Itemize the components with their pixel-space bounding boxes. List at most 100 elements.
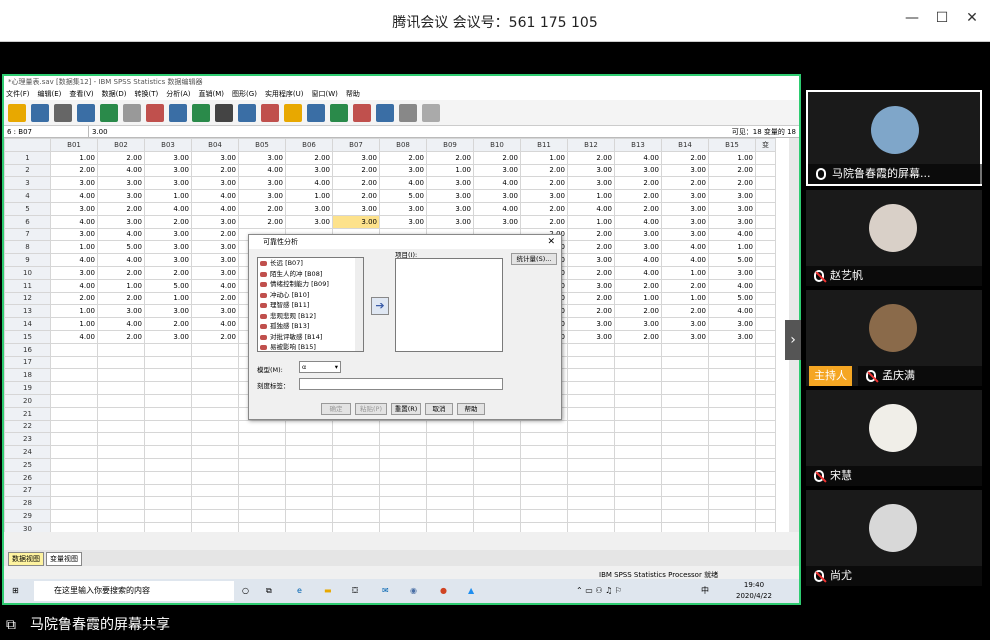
column-header[interactable]: B12 xyxy=(567,138,615,152)
row-header[interactable]: 26 xyxy=(4,470,51,485)
row-header[interactable]: 19 xyxy=(4,381,51,395)
data-cell[interactable] xyxy=(97,393,145,408)
data-cell[interactable] xyxy=(332,496,380,511)
data-cell[interactable] xyxy=(661,342,709,357)
row-header[interactable]: 25 xyxy=(4,457,51,472)
data-cell[interactable]: 2.00 xyxy=(379,150,427,165)
data-cell[interactable] xyxy=(144,496,192,511)
toolbar-tool-icon[interactable] xyxy=(330,103,348,122)
data-cell[interactable]: 2.00 xyxy=(97,329,145,344)
data-cell[interactable]: 3.00 xyxy=(426,176,474,191)
data-cell[interactable]: 1.00 xyxy=(144,291,192,306)
data-cell[interactable] xyxy=(144,445,192,459)
data-cell[interactable]: 2.00 xyxy=(614,304,662,319)
maximize-icon[interactable]: ☐ xyxy=(932,10,952,26)
data-cell[interactable]: 3.00 xyxy=(97,189,145,203)
data-cell[interactable] xyxy=(708,419,756,434)
powerpoint-icon[interactable]: ● xyxy=(440,579,447,603)
data-cell[interactable]: 3.00 xyxy=(97,304,145,319)
data-cell[interactable]: 2.00 xyxy=(332,189,380,203)
tab-data-view[interactable]: 数据视图 xyxy=(8,552,44,566)
data-cell[interactable] xyxy=(567,432,615,447)
data-cell[interactable]: 4.00 xyxy=(285,176,333,191)
data-cell[interactable] xyxy=(708,355,756,370)
data-cell[interactable] xyxy=(755,227,776,242)
data-cell[interactable]: 3.00 xyxy=(191,214,239,229)
row-header[interactable]: 12 xyxy=(4,291,51,306)
data-cell[interactable]: 1.00 xyxy=(50,240,98,255)
data-cell[interactable] xyxy=(755,368,776,383)
data-cell[interactable]: 3.00 xyxy=(661,163,709,178)
data-cell[interactable] xyxy=(567,419,615,434)
menu-item[interactable]: 分析(A) xyxy=(166,90,190,98)
data-cell[interactable] xyxy=(755,278,776,293)
column-header[interactable]: B14 xyxy=(661,138,709,152)
data-cell[interactable]: 3.00 xyxy=(661,317,709,331)
data-cell[interactable] xyxy=(379,496,427,511)
data-cell[interactable] xyxy=(520,470,568,485)
data-cell[interactable]: 2.00 xyxy=(520,176,568,191)
data-cell[interactable] xyxy=(238,483,286,498)
data-cell[interactable] xyxy=(191,432,239,447)
data-cell[interactable]: 2.00 xyxy=(191,163,239,178)
data-cell[interactable]: 3.00 xyxy=(191,150,239,165)
help-button[interactable]: 帮助 xyxy=(457,403,485,415)
row-header[interactable]: 20 xyxy=(4,393,51,408)
data-cell[interactable] xyxy=(473,509,521,523)
data-cell[interactable]: 3.00 xyxy=(473,163,521,178)
data-cell[interactable] xyxy=(191,419,239,434)
column-header[interactable]: B07 xyxy=(332,138,380,152)
data-cell[interactable]: 4.00 xyxy=(238,163,286,178)
data-cell[interactable] xyxy=(614,381,662,395)
data-cell[interactable]: 4.00 xyxy=(50,214,98,229)
data-cell[interactable]: 1.00 xyxy=(50,150,98,165)
data-cell[interactable]: 3.00 xyxy=(144,150,192,165)
data-cell[interactable]: 3.00 xyxy=(285,214,333,229)
data-cell[interactable]: 3.00 xyxy=(661,329,709,344)
data-cell[interactable] xyxy=(661,445,709,459)
data-cell[interactable]: 3.00 xyxy=(661,227,709,242)
store-icon[interactable]: ⛋ xyxy=(352,579,358,603)
data-cell[interactable] xyxy=(755,521,776,532)
data-cell[interactable] xyxy=(426,521,474,532)
data-cell[interactable] xyxy=(755,265,776,280)
data-cell[interactable] xyxy=(144,368,192,383)
data-cell[interactable] xyxy=(661,470,709,485)
data-cell[interactable]: 4.00 xyxy=(50,329,98,344)
move-right-arrow-icon[interactable]: ➔ xyxy=(371,297,389,315)
data-cell[interactable] xyxy=(755,457,776,472)
data-cell[interactable] xyxy=(755,304,776,319)
data-cell[interactable]: 2.00 xyxy=(661,176,709,191)
data-cell[interactable] xyxy=(191,509,239,523)
data-cell[interactable] xyxy=(379,432,427,447)
data-cell[interactable] xyxy=(97,368,145,383)
data-cell[interactable] xyxy=(50,470,98,485)
data-cell[interactable]: 3.00 xyxy=(708,317,756,331)
data-cell[interactable] xyxy=(661,368,709,383)
variable-item[interactable]: 冲动心 [B10] xyxy=(258,290,363,301)
data-cell[interactable] xyxy=(755,381,776,395)
participant-tile[interactable]: 赵艺帆 xyxy=(806,190,982,286)
toolbar-tool-icon[interactable] xyxy=(376,103,394,122)
data-cell[interactable] xyxy=(379,470,427,485)
data-cell[interactable] xyxy=(50,406,98,421)
data-cell[interactable] xyxy=(97,419,145,434)
data-cell[interactable]: 4.00 xyxy=(614,265,662,280)
data-cell[interactable]: 5.00 xyxy=(97,240,145,255)
variables-source-list[interactable]: 长远 [B07] 陌生人的冲 [B08] 情绪控制能力 [B09] 冲动心 [B10]… xyxy=(257,257,364,352)
data-cell[interactable] xyxy=(755,496,776,511)
data-cell[interactable]: 3.00 xyxy=(426,189,474,203)
data-cell[interactable] xyxy=(755,445,776,459)
data-cell[interactable]: 3.00 xyxy=(379,201,427,216)
data-cell[interactable] xyxy=(661,432,709,447)
data-cell[interactable]: 1.00 xyxy=(614,291,662,306)
data-cell[interactable]: 3.00 xyxy=(567,329,615,344)
data-cell[interactable]: 3.00 xyxy=(50,227,98,242)
data-cell[interactable]: 3.00 xyxy=(661,201,709,216)
toolbar-tool-icon[interactable] xyxy=(353,103,371,122)
row-header[interactable]: 17 xyxy=(4,355,51,370)
data-cell[interactable] xyxy=(567,393,615,408)
data-cell[interactable] xyxy=(708,521,756,532)
data-cell[interactable]: 1.00 xyxy=(661,265,709,280)
row-header[interactable]: 24 xyxy=(4,445,51,459)
